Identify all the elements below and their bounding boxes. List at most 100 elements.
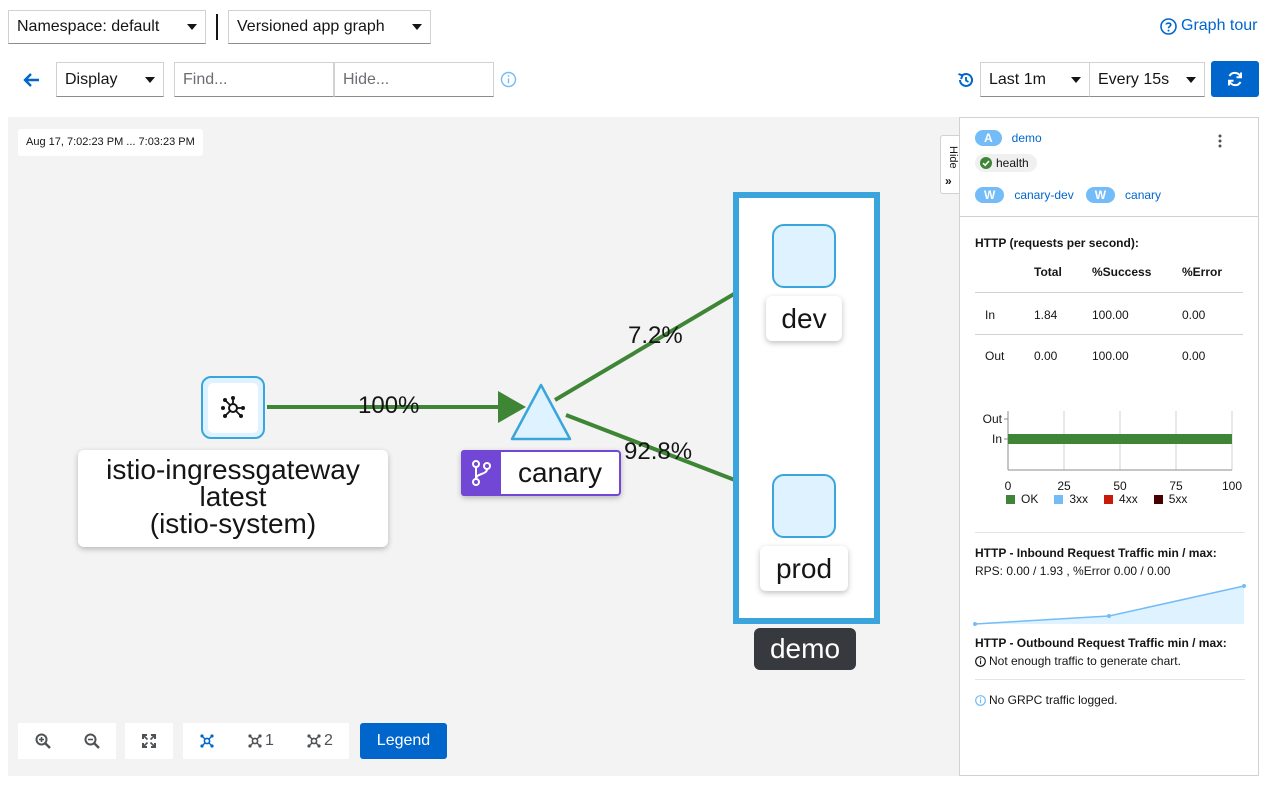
expand-icon [142, 734, 156, 748]
topology-icon [200, 734, 214, 748]
zoom-out-icon [84, 733, 100, 749]
branch-icon [472, 460, 491, 486]
legend-3xx-label: 3xx [1069, 492, 1089, 506]
gateway-version: latest [199, 481, 267, 512]
layout-default-button[interactable] [183, 723, 231, 759]
branch-icon-box [461, 450, 501, 496]
app-row: A demo [975, 130, 1042, 146]
workload-link-canary[interactable]: canary [1125, 188, 1161, 202]
bar-chart-tick-label: 25 [1057, 479, 1071, 493]
legend-5xx-swatch [1153, 494, 1163, 504]
row-in-label: In [985, 308, 996, 322]
dev-label: dev [766, 296, 842, 341]
header-error: %Error [1182, 265, 1223, 279]
header-success: %Success [1092, 265, 1152, 279]
legend-5xx-label: 5xx [1168, 492, 1188, 506]
app-link[interactable]: demo [1012, 131, 1042, 145]
grpc-note-row: No GRPC traffic logged. [975, 693, 1118, 707]
layout-2-label: 2 [324, 732, 333, 749]
dev-node[interactable] [772, 224, 836, 288]
workloads-row: W canary-dev W canary [975, 187, 1161, 203]
workload-badge: W [975, 187, 1005, 203]
bar-in-ok [1008, 434, 1232, 444]
row-in-error: 0.00 [1182, 308, 1206, 322]
edge-label-dev: 7.2% [628, 322, 683, 349]
ingress-gateway-icon [221, 395, 245, 418]
outbound-note: Not enough traffic to generate chart. [989, 654, 1181, 668]
canary-name: canary [517, 457, 603, 488]
legend-4xx-label: 4xx [1119, 492, 1138, 506]
health-label: health [996, 156, 1029, 170]
canary-label: canary [461, 450, 621, 496]
layout-toolbar: 1 2 [183, 723, 349, 759]
row-out-success: 100.00 [1092, 349, 1129, 363]
row-in-success: 100.00 [1092, 308, 1129, 322]
gateway-node[interactable] [201, 376, 265, 439]
zoom-in-button[interactable] [18, 723, 67, 759]
layout-1-label: 1 [265, 732, 274, 749]
bar-chart-category-label: Out [983, 412, 1003, 426]
http-title: HTTP (requests per second): [975, 236, 1139, 250]
zoom-in-icon [35, 733, 51, 749]
header-total: Total [1034, 265, 1062, 279]
bar-chart-tick-label: 0 [1005, 479, 1012, 493]
edge-label-prod: 92.8% [624, 438, 693, 465]
topology-icon [248, 734, 262, 748]
fit-toolbar [125, 723, 173, 759]
gateway-label: istio-ingressgateway latest (istio-syste… [78, 450, 388, 547]
zoom-out-button[interactable] [67, 723, 116, 759]
canary-service-node[interactable] [510, 383, 572, 441]
panel-divider [975, 679, 1245, 680]
side-panel: A demo health W canary-dev W canary HTTP… [959, 117, 1259, 776]
legend-ok-label: OK [1021, 492, 1039, 506]
fit-to-screen-button[interactable] [125, 723, 173, 759]
demo-box-label: demo [754, 628, 856, 670]
hide-panel-tab[interactable]: Hide » [940, 135, 960, 194]
layout-1-button[interactable]: 1 [231, 723, 290, 759]
grpc-note: No GRPC traffic logged. [989, 693, 1118, 707]
edge-label-gateway: 100% [358, 392, 420, 419]
app-badge: A [975, 130, 1002, 146]
health-chip: health [975, 154, 1037, 172]
info-circle-icon [975, 655, 986, 667]
bar-chart-tick-label: 100 [1222, 479, 1242, 493]
prod-node[interactable] [772, 474, 836, 538]
table-row: Out 0.00 100.00 0.00 [975, 335, 1243, 376]
legend-ok-swatch [1006, 494, 1015, 504]
inbound-title: HTTP - Inbound Request Traffic min / max… [975, 546, 1217, 560]
table-header-row: Total %Success %Error [975, 265, 1243, 293]
row-out-total: 0.00 [1034, 349, 1058, 363]
workload-badge: W [1085, 187, 1116, 203]
panel-divider [960, 216, 1258, 217]
topology-icon [307, 734, 321, 748]
outbound-title: HTTP - Outbound Request Traffic min / ma… [975, 636, 1227, 650]
row-in-total: 1.84 [1034, 308, 1058, 322]
legend-button[interactable]: Legend [360, 723, 447, 759]
panel-divider [975, 532, 1245, 533]
inbound-sparkline [973, 584, 1246, 626]
workload-link-canary-dev[interactable]: canary-dev [1014, 188, 1073, 202]
row-out-label: Out [985, 349, 1005, 363]
gateway-namespace: (istio-system) [149, 508, 317, 539]
kebab-menu-icon[interactable] [1215, 134, 1225, 148]
check-circle-icon [980, 157, 992, 169]
prod-label: prod [760, 546, 848, 591]
bar-chart-category-label: In [992, 432, 1002, 446]
legend-4xx-swatch [1104, 494, 1114, 504]
row-out-error: 0.00 [1182, 349, 1206, 363]
zoom-toolbar [18, 723, 116, 759]
legend-3xx-swatch [1054, 494, 1064, 504]
bar-chart-tick-label: 50 [1113, 479, 1127, 493]
double-chevron-right-icon: » [945, 174, 952, 188]
gateway-icon-box [208, 382, 258, 433]
inbound-stats: RPS: 0.00 / 1.93 , %Error 0.00 / 0.00 [975, 564, 1171, 578]
bar-chart-tick-label: 75 [1169, 479, 1183, 493]
rps-table: Total %Success %Error In 1.84 100.00 0.0… [975, 265, 1243, 376]
info-circle-icon [975, 694, 986, 706]
outbound-note-row: Not enough traffic to generate chart. [975, 654, 1181, 668]
hide-tab-label: Hide [947, 146, 959, 169]
layout-2-button[interactable]: 2 [290, 723, 349, 759]
bar-chart-legend: OK 3xx 4xx 5xx [1006, 492, 1187, 506]
gateway-name: istio-ingressgateway [106, 454, 360, 485]
table-row: In 1.84 100.00 0.00 [975, 293, 1243, 335]
